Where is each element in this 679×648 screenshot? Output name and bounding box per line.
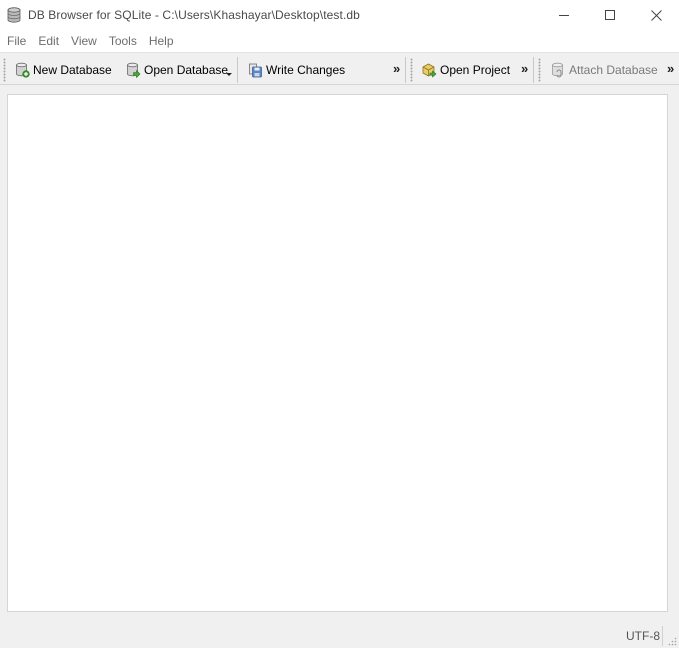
open-database-label: Open Database — [144, 63, 229, 77]
maximize-icon — [605, 10, 615, 20]
write-changes-icon — [249, 63, 262, 78]
attach-database-label: Attach Database — [569, 63, 658, 77]
minimize-button[interactable] — [541, 0, 587, 30]
open-project-button[interactable]: Open Project — [421, 59, 510, 81]
toolbar-separator — [405, 57, 406, 83]
toolbar-grip[interactable] — [538, 58, 541, 82]
menu-edit[interactable]: Edit — [32, 30, 65, 52]
menu-file[interactable]: File — [1, 30, 32, 52]
main-toolbar: New Database Open Database Write Changes… — [0, 52, 679, 85]
toolbar-separator — [533, 57, 534, 83]
window-controls — [541, 0, 679, 30]
close-icon — [650, 9, 662, 21]
attach-database-icon — [552, 62, 563, 78]
write-changes-button[interactable]: Write Changes — [248, 59, 345, 81]
toolbar-extension-button[interactable]: » — [667, 61, 674, 77]
title-bar[interactable]: DB Browser for SQLite - C:\Users\Khashay… — [0, 0, 679, 30]
write-changes-label: Write Changes — [266, 63, 346, 77]
toolbar-grip[interactable] — [410, 58, 413, 82]
toolbar-separator — [237, 57, 238, 83]
menu-view[interactable]: View — [65, 30, 103, 52]
new-database-button[interactable]: New Database — [15, 59, 112, 81]
attach-database-button: Attach Database — [551, 59, 658, 81]
encoding-indicator: UTF-8 — [626, 629, 660, 643]
menu-tools[interactable]: Tools — [103, 30, 143, 52]
status-bar: UTF-8 — [0, 624, 679, 648]
menu-bar: File Edit View Tools Help — [0, 30, 679, 52]
main-content-area[interactable] — [7, 94, 668, 612]
new-database-label: New Database — [33, 63, 112, 77]
resize-grip-icon[interactable] — [667, 636, 677, 646]
open-project-icon — [422, 63, 437, 78]
open-database-button[interactable]: Open Database — [126, 59, 228, 81]
maximize-button[interactable] — [587, 0, 633, 30]
database-icon — [7, 6, 23, 24]
open-database-icon — [127, 62, 141, 78]
minimize-icon — [559, 15, 569, 16]
toolbar-extension-button[interactable]: » — [393, 61, 400, 77]
menu-help[interactable]: Help — [143, 30, 180, 52]
toolbar-grip[interactable] — [3, 58, 6, 82]
status-separator — [662, 626, 663, 646]
toolbar-extension-button[interactable]: » — [521, 61, 528, 77]
open-project-label: Open Project — [440, 63, 511, 77]
close-button[interactable] — [633, 0, 679, 30]
new-database-icon — [16, 62, 30, 78]
open-database-dropdown-arrow-icon[interactable] — [226, 73, 232, 76]
window-title: DB Browser for SQLite - C:\Users\Khashay… — [28, 8, 360, 22]
